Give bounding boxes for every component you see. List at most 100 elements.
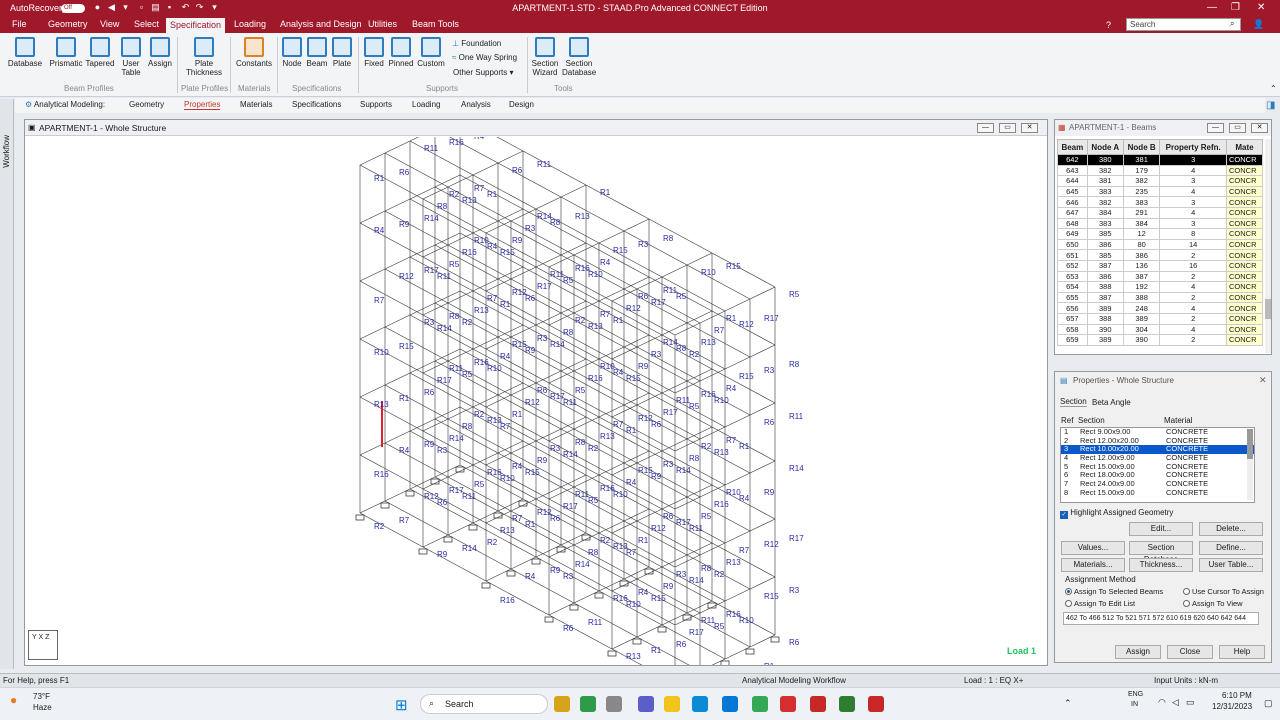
table-cell[interactable]: 383 <box>1122 196 1161 208</box>
beam-member[interactable] <box>623 450 650 464</box>
table-cell[interactable]: 656 <box>1057 302 1088 314</box>
table-cell[interactable]: 3 <box>1159 217 1227 230</box>
beam-member[interactable] <box>699 484 726 498</box>
beam-member[interactable] <box>749 460 776 474</box>
table-cell[interactable]: CONCR <box>1225 312 1264 325</box>
clock-time[interactable]: 6:10 PM <box>1222 691 1252 700</box>
beam-member[interactable] <box>472 278 499 292</box>
table-cell[interactable]: 3 <box>1159 154 1227 166</box>
menu-analysis-design[interactable]: Analysis and Design <box>280 19 362 29</box>
table-cell[interactable]: CONCR <box>1225 228 1264 240</box>
beam-member[interactable] <box>522 150 587 186</box>
beam-member[interactable] <box>699 368 726 382</box>
beam-member[interactable] <box>661 380 688 394</box>
table-cell[interactable]: CONCR <box>1225 291 1264 304</box>
beam-member[interactable] <box>435 137 499 164</box>
user-icon[interactable]: 👤 <box>1253 19 1264 30</box>
table-cell[interactable]: 16 <box>1159 259 1227 272</box>
beam-member[interactable] <box>409 244 436 258</box>
table-cell[interactable]: 386 <box>1122 249 1161 261</box>
beam-member[interactable] <box>598 346 625 360</box>
beam-member[interactable] <box>749 344 776 358</box>
beam-member[interactable] <box>611 346 638 360</box>
table-cell[interactable]: 384 <box>1122 217 1161 230</box>
beam-member[interactable] <box>497 324 524 338</box>
beam-member[interactable] <box>497 208 524 222</box>
table-cell[interactable]: 2 <box>1159 249 1227 261</box>
weather-label[interactable]: Haze <box>33 703 52 712</box>
table-cell[interactable]: 385 <box>1086 249 1124 261</box>
table-row[interactable]: 642 380 381 3 CONCR <box>1057 154 1264 166</box>
beam-member[interactable] <box>686 252 713 266</box>
tab-analysis[interactable]: Analysis <box>461 100 491 109</box>
beam-member[interactable] <box>661 496 688 510</box>
battery-icon[interactable]: ▭ <box>1186 697 1195 708</box>
collapse-ribbon-icon[interactable]: ⌃ <box>1270 84 1277 93</box>
beam-member[interactable] <box>674 496 701 510</box>
workflow-sidebar[interactable]: Workflow <box>0 99 14 669</box>
table-cell[interactable]: 80 <box>1122 238 1161 251</box>
beam-member[interactable] <box>409 302 436 316</box>
beam-member[interactable] <box>409 360 436 374</box>
beam-member[interactable] <box>560 358 587 372</box>
beam-member[interactable] <box>623 508 650 522</box>
beam-member[interactable] <box>485 394 512 408</box>
table-cell[interactable]: 649 <box>1057 228 1088 240</box>
beam-member[interactable] <box>409 186 436 200</box>
assign-button[interactable]: Assign <box>1115 645 1161 659</box>
teams-icon[interactable] <box>638 696 654 712</box>
beams-maximize-button[interactable]: ▭ <box>1229 123 1246 133</box>
table-cell[interactable]: 657 <box>1057 312 1088 325</box>
viewport-close-button[interactable]: ✕ <box>1021 123 1038 133</box>
table-cell[interactable]: CONCR <box>1225 196 1264 208</box>
beam-member[interactable] <box>724 356 751 370</box>
beam-member[interactable] <box>422 244 449 258</box>
beam-member[interactable] <box>674 554 701 568</box>
table-row[interactable]: 656 389 248 4 CONCR <box>1057 302 1264 314</box>
section-list-scroll-thumb[interactable] <box>1247 429 1253 459</box>
beam-member[interactable] <box>359 152 386 166</box>
table-cell[interactable]: 388 <box>1086 281 1124 293</box>
table-cell[interactable]: 385 <box>1086 228 1124 240</box>
table-cell[interactable]: 386 <box>1086 270 1124 283</box>
database-button[interactable]: Database <box>6 37 44 68</box>
define-button[interactable]: Define... <box>1199 541 1263 555</box>
table-cell[interactable]: 642 <box>1057 154 1088 166</box>
beam-member[interactable] <box>548 254 575 268</box>
beam-member[interactable] <box>560 196 625 232</box>
table-cell[interactable]: 651 <box>1057 249 1088 261</box>
section-list-scrollbar[interactable] <box>1247 429 1253 500</box>
beam-member[interactable] <box>535 312 562 326</box>
beam-member[interactable] <box>384 256 411 270</box>
table-cell[interactable]: CONCR <box>1225 238 1264 251</box>
beams-scroll-thumb[interactable] <box>1265 299 1271 319</box>
one-way-spring-button[interactable]: ≈ One Way Spring <box>452 53 517 62</box>
beam-member[interactable] <box>359 280 424 316</box>
weather-temp[interactable]: 73°F <box>33 692 50 701</box>
table-cell[interactable]: 4 <box>1159 206 1227 219</box>
table-cell[interactable]: 382 <box>1086 164 1124 177</box>
beam-member[interactable] <box>497 266 524 280</box>
menu-beam-tools[interactable]: Beam Tools <box>412 19 459 29</box>
table-cell[interactable]: 2 <box>1159 334 1227 346</box>
table-cell[interactable]: CONCR <box>1225 334 1264 346</box>
fixed-support-symbol[interactable] <box>481 582 491 589</box>
chrome-icon[interactable] <box>752 696 768 712</box>
beam-member[interactable] <box>674 380 701 394</box>
table-cell[interactable]: 389 <box>1086 302 1124 314</box>
col-beam[interactable]: Beam <box>1057 139 1088 155</box>
tab-supports[interactable]: Supports <box>360 100 392 109</box>
beam-member[interactable] <box>636 450 663 464</box>
beam-member[interactable] <box>497 382 524 396</box>
beam-member[interactable] <box>409 418 436 432</box>
beam-member[interactable] <box>560 474 587 488</box>
beam-member[interactable] <box>359 268 386 282</box>
beam-member[interactable] <box>749 286 776 300</box>
beam-member[interactable] <box>611 288 638 302</box>
beam-member[interactable] <box>623 334 650 348</box>
user-table-button[interactable]: User Table <box>116 37 146 77</box>
edit-list-field[interactable]: 462 To 466 512 To 521 571 572 610 619 62… <box>1063 612 1259 625</box>
help-button[interactable]: Help <box>1219 645 1265 659</box>
beam-member[interactable] <box>686 310 713 324</box>
foundation-button[interactable]: ⊥ Foundation <box>452 39 501 48</box>
